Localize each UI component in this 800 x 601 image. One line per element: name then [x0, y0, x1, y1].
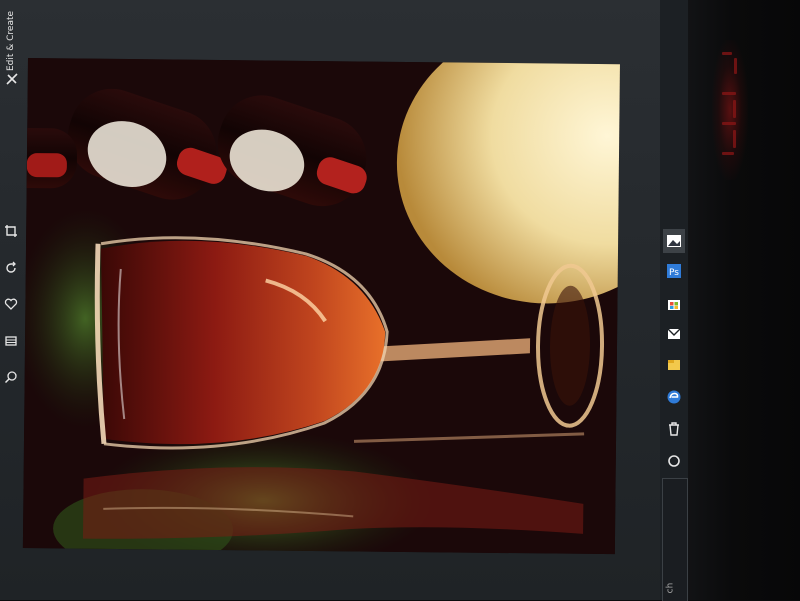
store-icon[interactable]	[665, 294, 683, 312]
word-icon[interactable]: Ps	[665, 262, 683, 280]
app-toolbar: Edit & Create	[0, 0, 26, 600]
clock-segment	[734, 58, 737, 74]
taskbar: Ps	[660, 0, 688, 601]
crop-icon[interactable]	[4, 224, 18, 238]
photo-canvas[interactable]	[22, 58, 620, 555]
clock-segment	[722, 152, 734, 155]
cortana-icon[interactable]	[665, 452, 683, 470]
filmstrip-icon[interactable]	[4, 334, 18, 348]
svg-text:Ps: Ps	[669, 268, 679, 278]
taskbar-search-text: ch	[665, 582, 676, 594]
explorer-icon[interactable]	[665, 356, 683, 374]
clock-segment	[722, 52, 732, 55]
favorite-icon[interactable]	[4, 297, 18, 311]
zoom-icon[interactable]	[4, 370, 18, 384]
edge-icon[interactable]	[665, 388, 683, 406]
clock-segment	[722, 92, 736, 95]
photos-icon[interactable]	[665, 232, 683, 250]
mail-icon[interactable]	[665, 325, 683, 343]
edit-create-button[interactable]: Edit & Create	[1, 11, 23, 85]
rotate-icon[interactable]	[4, 261, 18, 275]
clock-segment	[722, 122, 736, 125]
clock-segment	[733, 130, 736, 148]
alarm-clock-glow	[712, 40, 748, 180]
clock-segment	[733, 100, 736, 118]
edit-icon	[5, 72, 19, 86]
trash-icon[interactable]	[665, 420, 683, 438]
edit-create-label: Edit & Create	[6, 10, 16, 72]
wine-bottle	[22, 127, 77, 189]
